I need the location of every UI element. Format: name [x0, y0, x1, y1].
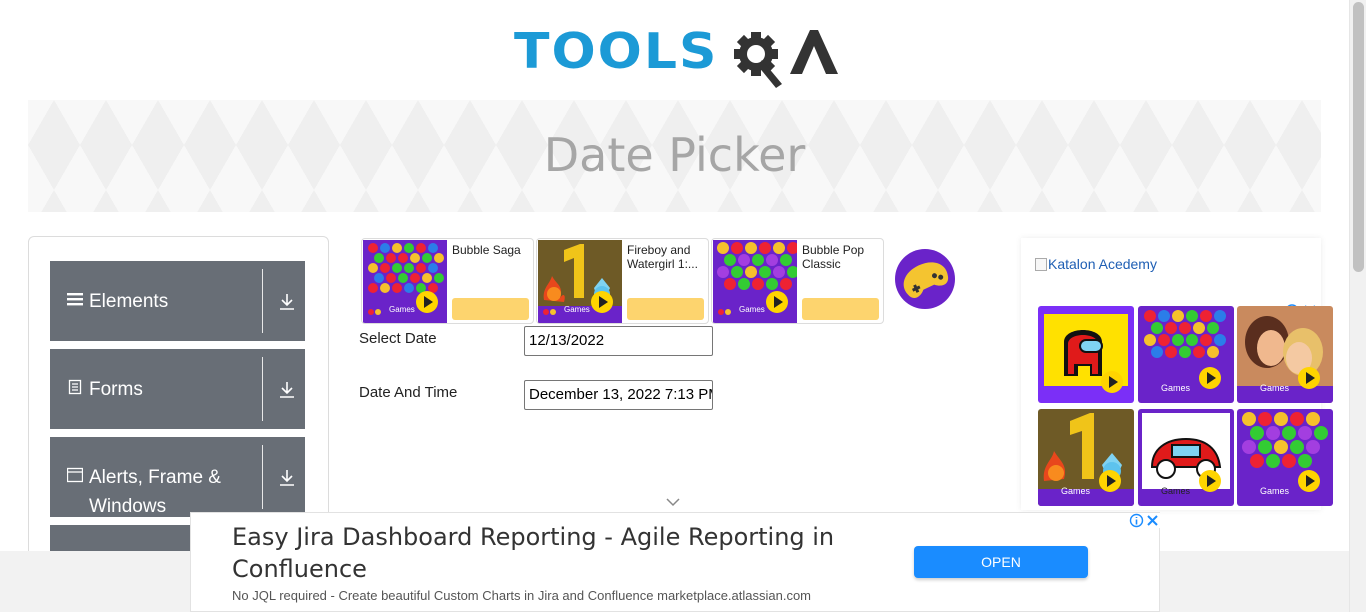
games-brand-text: Games	[1260, 383, 1290, 393]
ad-open-button[interactable]: OPEN	[914, 546, 1088, 578]
ad-title: Bubble Pop Classic	[802, 243, 865, 271]
sidebar-group-label: Forms	[89, 379, 143, 400]
scrollbar-thumb[interactable]	[1353, 2, 1364, 272]
games-brand-text: Games	[389, 305, 415, 314]
ad-headline[interactable]: Easy Jira Dashboard Reporting - Agile Re…	[232, 521, 892, 585]
games-brand-text: Games	[1161, 486, 1191, 496]
document-icon	[68, 379, 82, 395]
sidebar-group-label: Elements	[89, 291, 169, 312]
ad-cta-bar[interactable]	[452, 298, 529, 320]
window-icon	[67, 467, 83, 483]
among-us-thumbnail	[1038, 306, 1134, 403]
broken-image-icon	[1035, 258, 1047, 271]
download-arrow-icon[interactable]	[278, 469, 296, 487]
katalon-ad-link[interactable]: Katalon Acedemy	[1035, 256, 1157, 272]
divider	[262, 269, 263, 333]
divider	[262, 357, 263, 421]
download-arrow-icon[interactable]	[278, 381, 296, 399]
svg-text:QA: QA	[722, 16, 724, 17]
select-date-label: Select Date	[359, 330, 437, 347]
download-arrow-icon[interactable]	[278, 293, 296, 311]
ad-subtext: No JQL required - Create beautiful Custo…	[232, 588, 812, 603]
page-title: Date Picker	[543, 128, 806, 182]
gamepad-icon[interactable]	[895, 246, 956, 313]
game-tile[interactable]	[1038, 306, 1134, 403]
select-date-input[interactable]: 12/13/2022	[524, 326, 713, 356]
date-and-time-input[interactable]: December 13, 2022 7:13 PM	[524, 380, 713, 410]
games-brand-text: Games	[1260, 486, 1290, 496]
games-brand-text: Games	[1161, 383, 1191, 393]
game-ad-card[interactable]: Games Fireboy and Watergirl 1:...	[536, 238, 709, 324]
right-ad-panel: Katalon Acedemy Games Games Games Games …	[1021, 238, 1333, 510]
bottom-ad-banner[interactable]: Easy Jira Dashboard Reporting - Agile Re…	[190, 512, 1160, 612]
game-ad-card[interactable]: Games Bubble Saga	[361, 238, 534, 324]
page-banner: Date Picker	[28, 100, 1321, 212]
toolsqa-logo[interactable]: TOOLS QA	[514, 16, 840, 92]
ad-cta-bar[interactable]	[627, 298, 704, 320]
sidebar-group-elements[interactable]: Elements	[50, 261, 305, 341]
sidebar-group-alerts-frame-windows[interactable]: Alerts, Frame & Windows	[50, 437, 305, 517]
sidebar-group-forms[interactable]: Forms	[50, 349, 305, 429]
games-brand-text: Games	[564, 305, 590, 314]
game-ad-card[interactable]: Games Bubble Pop Classic	[711, 238, 884, 324]
hamburger-icon	[67, 293, 83, 306]
logo-tools-text: TOOLS	[514, 23, 719, 81]
chevron-down-icon[interactable]	[666, 497, 680, 507]
ad-title: Fireboy and Watergirl 1:...	[627, 243, 698, 271]
info-icon[interactable]	[1129, 513, 1144, 528]
divider	[262, 445, 263, 509]
ad-title: Bubble Saga	[452, 243, 521, 257]
games-brand-text: Games	[1061, 486, 1091, 496]
close-icon[interactable]	[1145, 513, 1160, 528]
katalon-ad-alt-text: Katalon Acedemy	[1048, 256, 1157, 272]
date-and-time-label: Date And Time	[359, 384, 458, 401]
page: TOOLS QA Date Picker Elements Forms Aler…	[0, 0, 1366, 612]
games-brand-text: Games	[739, 305, 765, 314]
ad-cta-bar[interactable]	[802, 298, 879, 320]
vertical-scrollbar[interactable]	[1349, 0, 1366, 612]
gear-q-a-icon: QA	[722, 16, 838, 88]
